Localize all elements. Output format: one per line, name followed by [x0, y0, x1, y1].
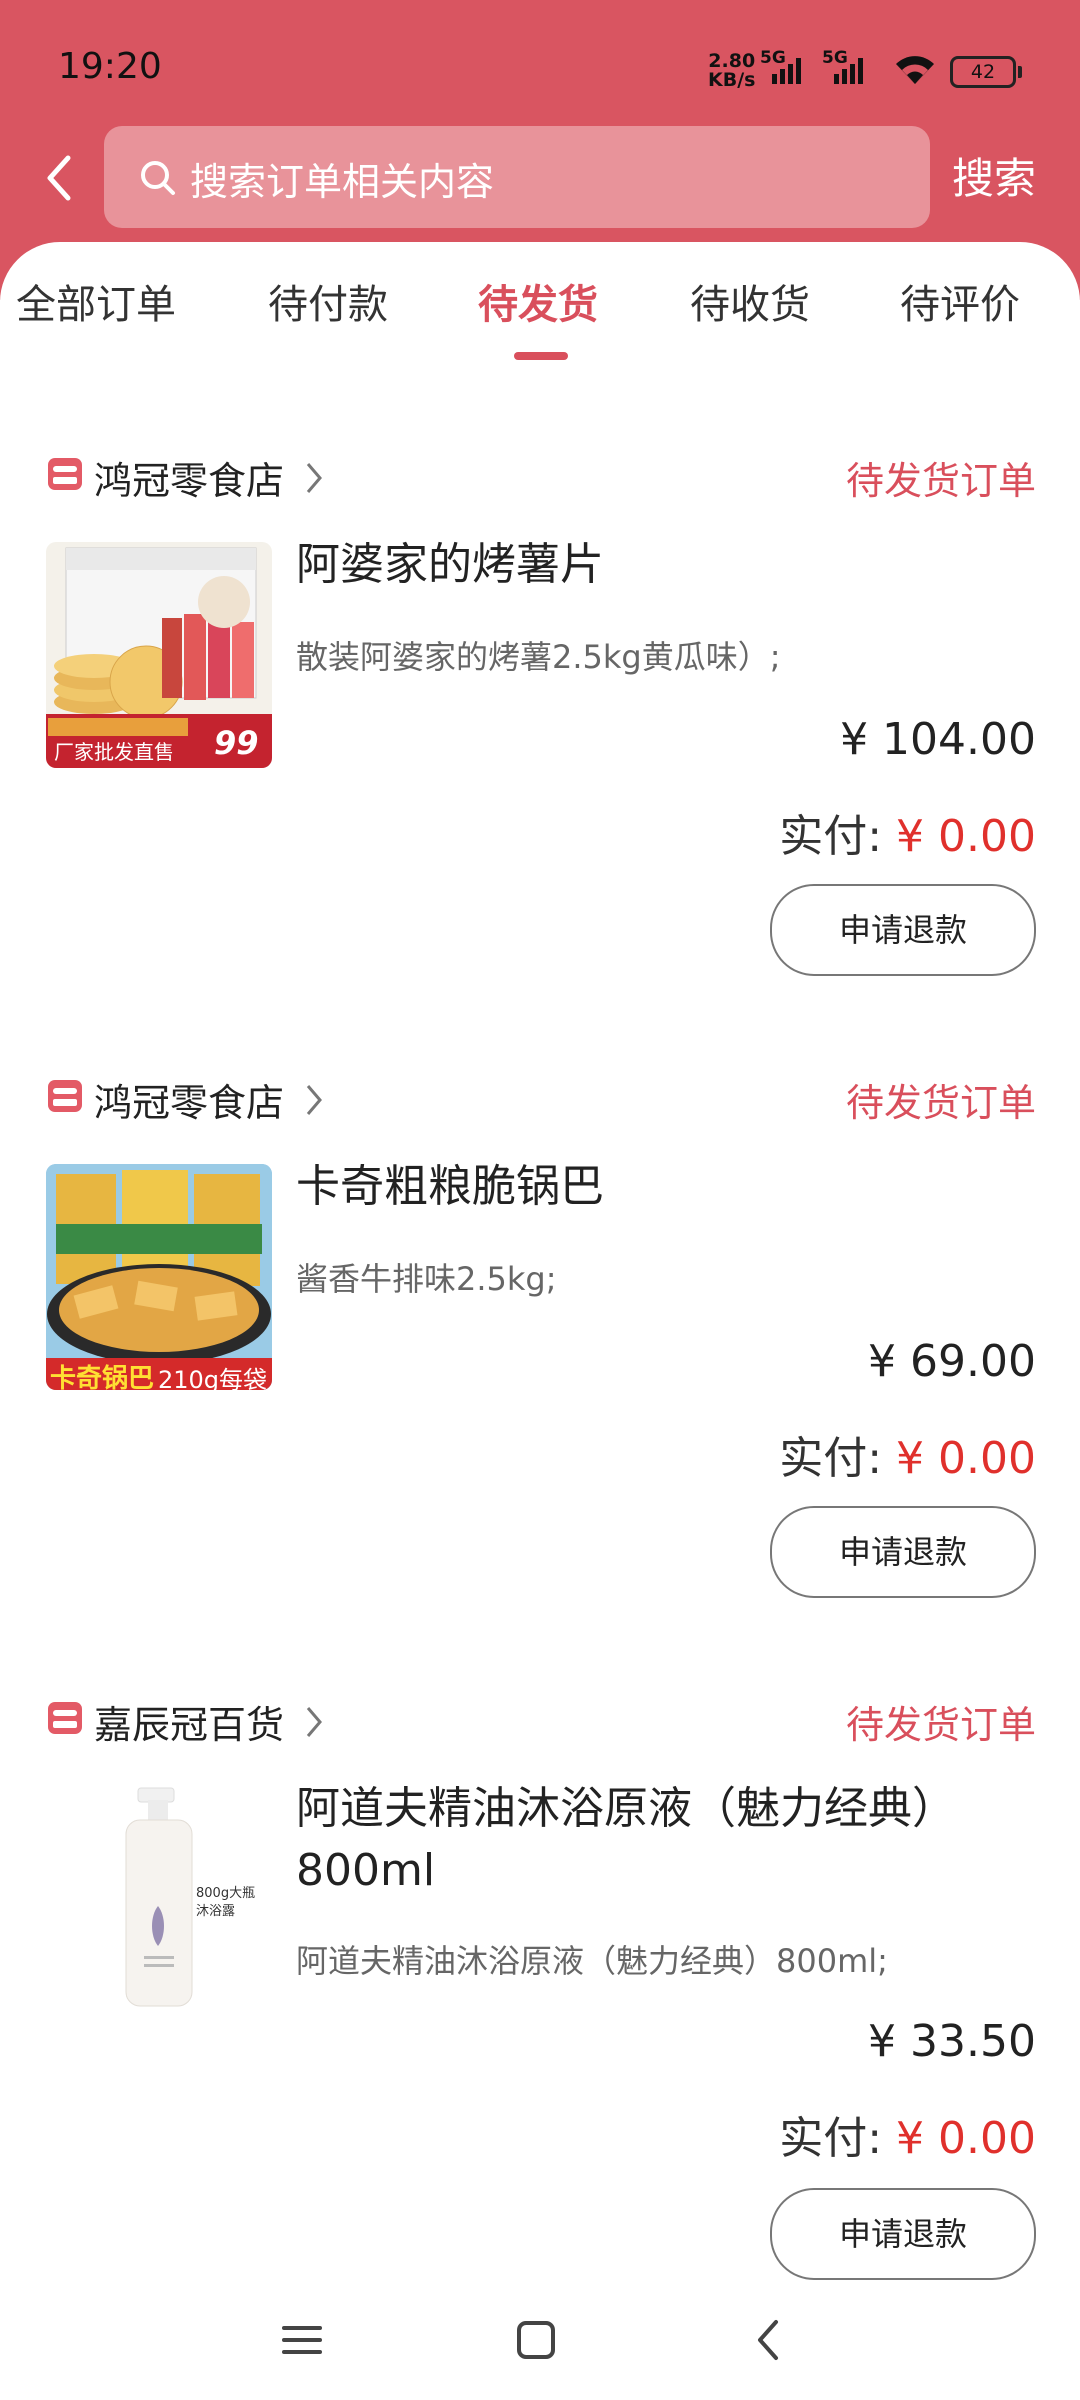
product-price: ¥ 33.50	[868, 2016, 1036, 2067]
refund-button[interactable]: 申请退款	[770, 2188, 1036, 2280]
back-nav-icon[interactable]	[740, 2310, 800, 2370]
shop-name[interactable]: 鸿冠零食店	[94, 450, 284, 505]
paid-amount-row: 实付: ¥ 0.00	[779, 1422, 1036, 1486]
paid-label: 实付:	[779, 811, 883, 862]
search-placeholder: 搜索订单相关内容	[190, 160, 495, 204]
network-speed: 2.80 KB/s	[708, 52, 755, 90]
active-tab-indicator	[514, 352, 568, 360]
tab-all-orders[interactable]: 全部订单	[16, 272, 176, 330]
shop-name[interactable]: 嘉辰冠百货	[94, 1694, 284, 1749]
tab-pending-payment[interactable]: 待付款	[268, 272, 388, 330]
paid-amount-row: 实付: ¥ 0.00	[779, 800, 1036, 864]
chevron-right-icon[interactable]	[302, 1082, 324, 1118]
image-caption: 800g大瓶	[196, 1886, 256, 1901]
image-caption: 卡奇锅巴	[50, 1364, 155, 1390]
paid-label: 实付:	[779, 2113, 883, 2164]
battery-icon: 42	[950, 56, 1022, 88]
status-time: 19:20	[58, 46, 162, 87]
chevron-right-icon[interactable]	[302, 460, 324, 496]
image-caption: 厂家批发直售	[54, 740, 174, 764]
chevron-right-icon[interactable]	[302, 1704, 324, 1740]
tab-pending-shipment[interactable]: 待发货	[478, 272, 598, 330]
product-title[interactable]: 卡奇粗粮脆锅巴	[296, 1156, 1036, 1218]
order-status: 待发货订单	[845, 459, 1036, 503]
image-caption-weight: 210g每袋	[158, 1366, 268, 1390]
search-input[interactable]: 搜索订单相关内容	[104, 126, 930, 228]
product-title[interactable]: 阿婆家的烤薯片	[296, 534, 1036, 596]
menu-icon[interactable]	[272, 2310, 332, 2370]
system-nav-bar	[0, 2290, 1080, 2400]
product-spec: 散装阿婆家的烤薯2.5kg黄瓜味）;	[296, 638, 781, 676]
shop-icon	[48, 458, 82, 490]
paid-label: 实付:	[779, 1433, 883, 1484]
search-icon	[141, 161, 175, 195]
image-caption-2: 沐浴露	[196, 1904, 236, 1919]
product-title-line-2: 800ml	[296, 1845, 436, 1896]
order-card[interactable]: 鸿冠零食店 待发货订单 卡奇锅巴 210g每袋 卡奇粗粮脆锅巴 酱香牛排味2.5…	[0, 1068, 1080, 1668]
shop-icon	[48, 1702, 82, 1734]
product-image[interactable]: 卡奇锅巴 210g每袋	[46, 1164, 272, 1390]
home-icon[interactable]	[506, 2310, 566, 2370]
product-spec: 酱香牛排味2.5kg;	[296, 1260, 557, 1298]
shop-name[interactable]: 鸿冠零食店	[94, 1072, 284, 1127]
refund-button[interactable]: 申请退款	[770, 1506, 1036, 1598]
paid-amount: ¥ 0.00	[896, 1433, 1036, 1484]
product-image[interactable]: 厂家批发直售 99	[46, 542, 272, 768]
shop-icon	[48, 1080, 82, 1112]
tab-pending-review[interactable]: 待评价	[900, 272, 1020, 330]
order-card[interactable]: 鸿冠零食店 待发货订单 厂家批发直售 99 阿婆家的烤薯片 散装阿婆家的烤薯2.…	[0, 446, 1080, 1046]
product-spec: 阿道夫精油沐浴原液（魅力经典）800ml;	[296, 1942, 888, 1980]
product-title[interactable]: 阿道夫精油沐浴原液（魅力经典） 800ml	[296, 1778, 1036, 1902]
back-icon[interactable]	[40, 148, 80, 208]
product-title-line-1: 阿道夫精油沐浴原液（魅力经典）	[296, 1783, 956, 1834]
speed-unit: KB/s	[708, 69, 756, 91]
image-price-badge: 99	[214, 724, 259, 762]
product-image[interactable]: 800g大瓶 沐浴露	[46, 1786, 272, 2012]
paid-amount: ¥ 0.00	[896, 811, 1036, 862]
order-status: 待发货订单	[845, 1081, 1036, 1125]
tab-pending-receipt[interactable]: 待收货	[690, 272, 810, 330]
refund-button[interactable]: 申请退款	[770, 884, 1036, 976]
order-tabs: 全部订单 待付款 待发货 待收货 待评价	[0, 242, 1080, 372]
product-price: ¥ 104.00	[840, 714, 1036, 765]
order-card[interactable]: 嘉辰冠百货 待发货订单 800g大瓶 沐浴露 阿道夫精油沐浴原液（魅力经典） 8…	[0, 1690, 1080, 2290]
product-price: ¥ 69.00	[868, 1336, 1036, 1387]
paid-amount-row: 实付: ¥ 0.00	[779, 2102, 1036, 2166]
wifi-icon	[896, 56, 934, 84]
order-status: 待发货订单	[845, 1703, 1036, 1747]
status-bar: 19:20 2.80 KB/s 5G 5G 42	[0, 0, 1080, 130]
search-button[interactable]: 搜索	[952, 145, 1036, 206]
paid-amount: ¥ 0.00	[896, 2113, 1036, 2164]
